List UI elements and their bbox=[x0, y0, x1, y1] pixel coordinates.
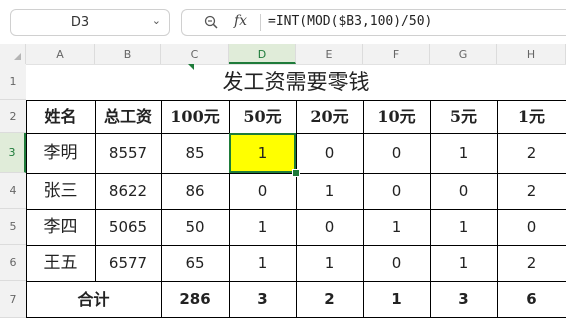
total-value[interactable]: 1 bbox=[363, 281, 430, 318]
table-border bbox=[161, 100, 162, 318]
header-salary[interactable]: 总工资 bbox=[95, 100, 161, 133]
cell-salary[interactable]: 8622 bbox=[95, 173, 161, 209]
row-header-3[interactable]: 3 bbox=[0, 133, 26, 173]
formula-bar: D3 ⌄ fx =INT(MOD($B3,100)/50) bbox=[0, 0, 566, 44]
cell-value[interactable]: 0 bbox=[363, 245, 430, 281]
row-header-1[interactable]: 1 bbox=[0, 64, 26, 100]
cell-name[interactable]: 李明 bbox=[26, 133, 95, 173]
cell-value[interactable]: 0 bbox=[296, 133, 363, 173]
row-header-7[interactable]: 7 bbox=[0, 281, 26, 318]
row-header-2[interactable]: 2 bbox=[0, 100, 26, 133]
cell-value[interactable]: 2 bbox=[497, 133, 566, 173]
fill-handle[interactable] bbox=[292, 169, 300, 177]
select-all-corner[interactable] bbox=[0, 44, 26, 64]
col-header-b[interactable]: B bbox=[95, 44, 161, 64]
cell-value[interactable]: 0 bbox=[363, 133, 430, 173]
cell-salary[interactable]: 6577 bbox=[95, 245, 161, 281]
total-value[interactable]: 2 bbox=[296, 281, 363, 318]
header-100[interactable]: 100元 bbox=[161, 100, 229, 133]
divider bbox=[260, 14, 261, 31]
corner-triangle-icon bbox=[14, 53, 21, 60]
table-border bbox=[95, 100, 96, 281]
row-header-5[interactable]: 5 bbox=[0, 209, 26, 245]
table-border bbox=[430, 100, 431, 318]
cell-value[interactable]: 50 bbox=[161, 209, 229, 245]
row-header-4[interactable]: 4 bbox=[0, 173, 26, 209]
col-header-h[interactable]: H bbox=[497, 44, 566, 64]
header-20[interactable]: 20元 bbox=[296, 100, 363, 133]
header-10[interactable]: 10元 bbox=[363, 100, 430, 133]
cell-value[interactable]: 0 bbox=[363, 173, 430, 209]
cell-value[interactable]: 0 bbox=[229, 173, 296, 209]
header-5[interactable]: 5元 bbox=[430, 100, 497, 133]
table-border bbox=[497, 100, 498, 318]
total-label[interactable]: 合计 bbox=[26, 281, 161, 318]
total-value[interactable]: 3 bbox=[229, 281, 296, 318]
cell-value[interactable]: 0 bbox=[497, 209, 566, 245]
cell-value[interactable]: 1 bbox=[296, 245, 363, 281]
active-cell-outline bbox=[229, 133, 296, 173]
name-box[interactable]: D3 ⌄ bbox=[10, 9, 170, 36]
cell-value[interactable]: 2 bbox=[497, 173, 566, 209]
col-header-g[interactable]: G bbox=[430, 44, 497, 64]
total-value[interactable]: 286 bbox=[161, 281, 229, 318]
cell-value[interactable]: 0 bbox=[430, 173, 497, 209]
col-header-a[interactable]: A bbox=[26, 44, 95, 64]
col-header-d[interactable]: D bbox=[229, 44, 296, 64]
total-value[interactable]: 3 bbox=[430, 281, 497, 318]
name-box-value: D3 bbox=[70, 15, 90, 30]
table-border bbox=[296, 100, 297, 318]
cell-salary[interactable]: 8557 bbox=[95, 133, 161, 173]
fx-icon[interactable]: fx bbox=[234, 13, 247, 29]
row-header-6[interactable]: 6 bbox=[0, 245, 26, 281]
cell-name[interactable]: 王五 bbox=[26, 245, 95, 281]
header-50[interactable]: 50元 bbox=[229, 100, 296, 133]
formula-input[interactable]: =INT(MOD($B3,100)/50) bbox=[268, 14, 432, 29]
col-header-e[interactable]: E bbox=[296, 44, 363, 64]
table-border bbox=[363, 100, 364, 318]
cell-value[interactable]: 1 bbox=[430, 245, 497, 281]
cell-value[interactable]: 1 bbox=[229, 245, 296, 281]
cell-name[interactable]: 张三 bbox=[26, 173, 95, 209]
header-1[interactable]: 1元 bbox=[497, 100, 566, 133]
cell-value[interactable]: 1 bbox=[296, 173, 363, 209]
cell-value[interactable]: 86 bbox=[161, 173, 229, 209]
zoom-icon[interactable] bbox=[204, 15, 218, 29]
sheet-title[interactable]: 发工资需要零钱 bbox=[26, 64, 566, 100]
cell-value[interactable]: 1 bbox=[430, 209, 497, 245]
header-name[interactable]: 姓名 bbox=[26, 100, 95, 133]
cell-value[interactable]: 1 bbox=[430, 133, 497, 173]
cell-value[interactable]: 1 bbox=[363, 209, 430, 245]
table-border bbox=[26, 100, 27, 318]
cell-value[interactable]: 0 bbox=[296, 209, 363, 245]
col-header-f[interactable]: F bbox=[363, 44, 430, 64]
comment-marker bbox=[188, 64, 194, 70]
total-value[interactable]: 6 bbox=[497, 281, 566, 318]
cell-value[interactable]: 1 bbox=[229, 209, 296, 245]
cell-value[interactable]: 85 bbox=[161, 133, 229, 173]
formula-area: fx =INT(MOD($B3,100)/50) bbox=[181, 9, 566, 36]
col-header-c[interactable]: C bbox=[161, 44, 229, 64]
cell-salary[interactable]: 5065 bbox=[95, 209, 161, 245]
cell-value[interactable]: 65 bbox=[161, 245, 229, 281]
cell-value[interactable]: 2 bbox=[497, 245, 566, 281]
chevron-down-icon[interactable]: ⌄ bbox=[152, 14, 161, 27]
cell-name[interactable]: 李四 bbox=[26, 209, 95, 245]
